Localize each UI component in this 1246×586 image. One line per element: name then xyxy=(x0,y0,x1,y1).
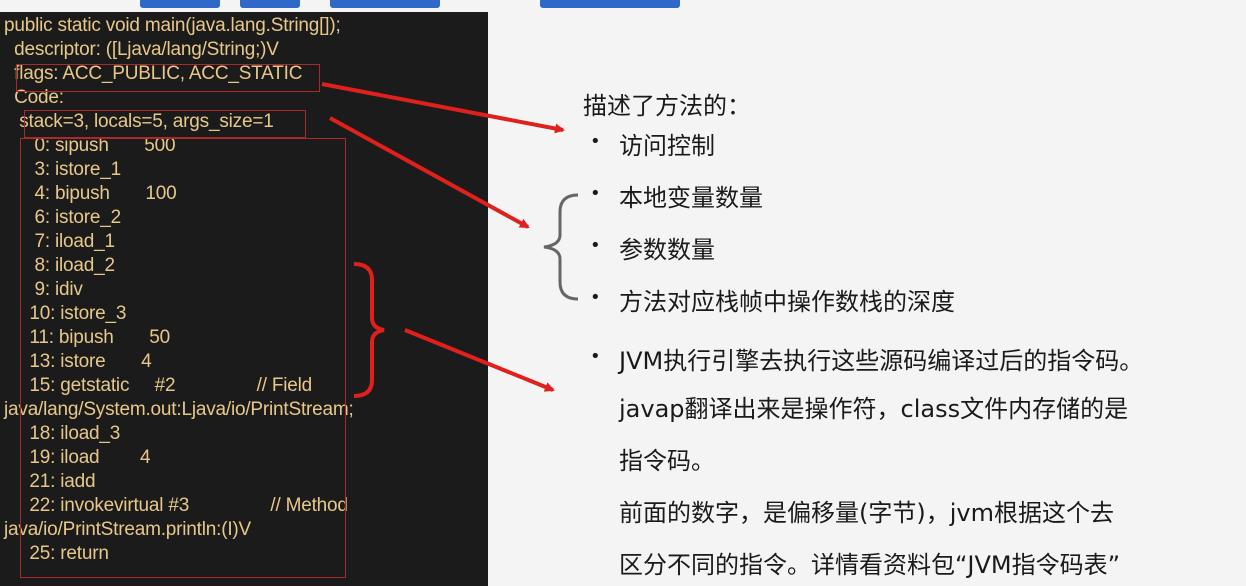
bullet-stack-depth: 方法对应栈帧中操作数栈的深度 xyxy=(619,288,955,316)
stack-arrow xyxy=(329,116,530,229)
bullet-5: • xyxy=(590,346,601,367)
flags-arrow xyxy=(321,82,565,134)
instructions-brace xyxy=(353,262,385,398)
bullet-jvm-engine: JVM执行引擎去执行这些源码编译过后的指令码。 xyxy=(619,347,1144,375)
bullet-4: • xyxy=(590,287,601,308)
bullet-access-control: 访问控制 xyxy=(619,132,715,160)
bullet-arg-count: 参数数量 xyxy=(619,236,715,264)
instructions-arrow xyxy=(404,328,555,392)
continuation-line-4: 区分不同的指令。详情看资料包“JVM指令码表” xyxy=(619,551,1121,579)
description-heading: 描述了方法的： xyxy=(583,92,751,120)
continuation-line-1: javap翻译出来是操作符，class文件内存储的是 xyxy=(619,395,1129,423)
gray-brace xyxy=(543,193,579,301)
bullet-3: • xyxy=(590,235,601,256)
bullet-local-var-count: 本地变量数量 xyxy=(619,184,763,212)
continuation-line-2: 指令码。 xyxy=(619,447,715,475)
bullet-2: • xyxy=(590,183,601,204)
continuation-line-3: 前面的数字，是偏移量(字节)，jvm根据这个去 xyxy=(619,499,1114,527)
bullet-1: • xyxy=(590,131,601,152)
